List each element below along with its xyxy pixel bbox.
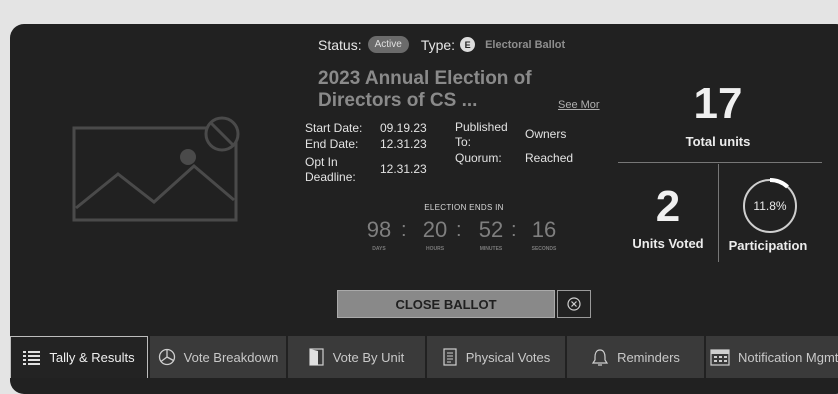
countdown-minutes-label: MINUTES bbox=[479, 246, 503, 252]
door-icon bbox=[309, 348, 325, 366]
calendar-icon bbox=[710, 348, 730, 366]
units-voted-label: Units Voted bbox=[632, 236, 704, 251]
list-icon bbox=[23, 350, 41, 366]
start-date-label: Start Date: bbox=[305, 121, 363, 135]
tab-label: Vote By Unit bbox=[332, 349, 405, 365]
ballot-title: 2023 Annual Election of Directors of CS … bbox=[318, 68, 532, 111]
participation-value: 11.8% bbox=[753, 199, 787, 213]
participation-label: Participation bbox=[728, 238, 808, 253]
status-label: Status: bbox=[318, 36, 362, 53]
status-badge: Active bbox=[367, 36, 409, 53]
stats-divider bbox=[718, 164, 719, 262]
close-icon[interactable] bbox=[557, 290, 591, 318]
opt-in-deadline-label: Opt In Deadline: bbox=[305, 155, 356, 184]
total-units-label: Total units bbox=[685, 134, 751, 149]
ballot-paper-icon bbox=[442, 348, 458, 366]
tab-physical-votes[interactable]: Physical Votes bbox=[427, 336, 565, 378]
published-to-label: Published To: bbox=[455, 120, 508, 149]
tab-vote-by-unit[interactable]: Vote By Unit bbox=[288, 336, 425, 378]
stats-divider bbox=[618, 162, 822, 163]
see-more-link[interactable]: See Mor bbox=[558, 99, 600, 111]
tab-notification-mgmt[interactable]: Notification Mgmt bbox=[706, 336, 838, 378]
tab-label: Vote Breakdown bbox=[183, 349, 279, 365]
opt-in-deadline-value: 12.31.23 bbox=[380, 162, 427, 176]
tab-label: Notification Mgmt bbox=[738, 349, 838, 365]
units-voted-value: 2 bbox=[655, 182, 681, 231]
end-date-value: 12.31.23 bbox=[380, 137, 427, 151]
bell-icon bbox=[591, 348, 609, 366]
quorum-value: Reached bbox=[525, 151, 574, 165]
countdown-seconds-label: SECONDS bbox=[531, 246, 557, 252]
published-to-value: Owners bbox=[525, 127, 567, 141]
countdown-separator: : bbox=[401, 219, 407, 241]
start-date-value: 09.19.23 bbox=[380, 121, 427, 135]
tab-bar: Tally & Results Vote Breakdown Vote By U… bbox=[10, 334, 838, 380]
tab-label: Physical Votes bbox=[465, 349, 551, 365]
total-units-value: 17 bbox=[693, 79, 743, 128]
quorum-label: Quorum: bbox=[455, 151, 502, 165]
status-line: Status: Active Type: E Electoral Ballot bbox=[318, 36, 565, 53]
tab-tally-results[interactable]: Tally & Results bbox=[10, 336, 148, 378]
countdown-days: 98 bbox=[366, 217, 392, 242]
image-placeholder-icon bbox=[72, 116, 240, 222]
tab-vote-breakdown[interactable]: Vote Breakdown bbox=[150, 336, 286, 378]
tab-label: Tally & Results bbox=[49, 350, 135, 365]
countdown-separator: : bbox=[511, 219, 517, 241]
pie-chart-icon bbox=[158, 348, 176, 366]
end-date-label: End Date: bbox=[305, 137, 359, 151]
countdown-hours: 20 bbox=[422, 217, 448, 242]
tab-reminders[interactable]: Reminders bbox=[567, 336, 704, 378]
countdown-separator: : bbox=[456, 219, 462, 241]
countdown-hours-label: HOURS bbox=[425, 246, 445, 252]
close-ballot-button[interactable]: CLOSE BALLOT bbox=[337, 290, 555, 318]
electoral-type-icon: E bbox=[460, 37, 476, 52]
countdown-minutes: 52 bbox=[478, 217, 504, 242]
countdown-title: ELECTION ENDS IN bbox=[424, 203, 504, 212]
countdown-seconds: 16 bbox=[531, 217, 557, 242]
type-label: Type: bbox=[420, 36, 456, 53]
countdown-days-label: DAYS bbox=[372, 246, 386, 252]
type-value: Electoral Ballot bbox=[485, 38, 566, 51]
tab-label: Reminders bbox=[617, 349, 680, 365]
ballot-card: Status: Active Type: E Electoral Ballot … bbox=[10, 24, 838, 394]
